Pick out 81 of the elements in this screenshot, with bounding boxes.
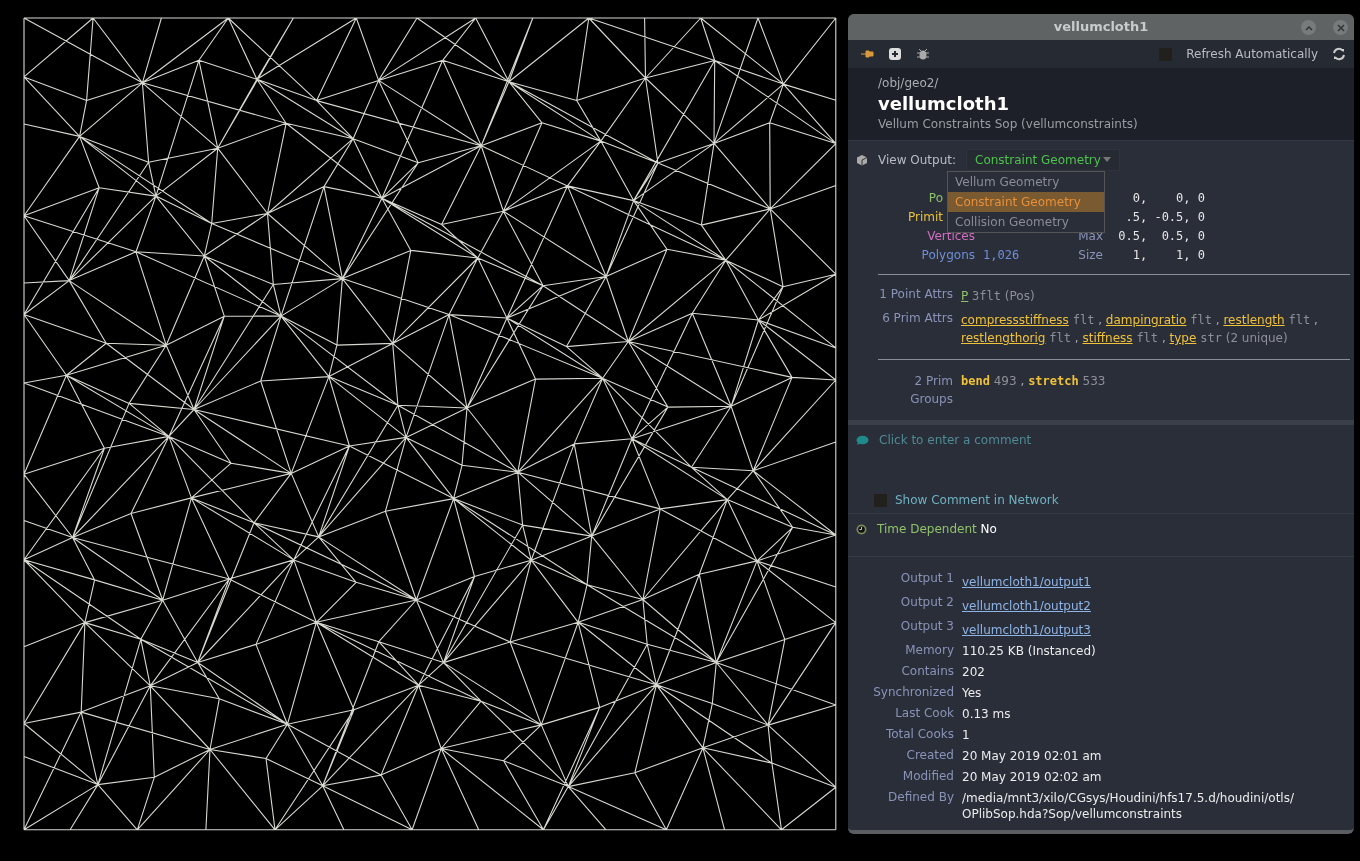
attribute-type: flt	[1288, 313, 1311, 328]
info-label: Output 2	[899, 595, 954, 611]
output-link[interactable]: vellumcloth1/output3	[962, 623, 1091, 637]
node-name: vellumcloth1	[878, 93, 1010, 115]
node-path: /obj/geo2/	[878, 76, 940, 91]
bounds-value: 0.5, 0.5, 0	[1117, 229, 1205, 244]
info-value: 20 May 2019 02:02 am	[962, 769, 1103, 785]
attribute-link[interactable]: dampingratio	[1105, 313, 1187, 328]
info-label: Modified	[901, 769, 954, 785]
speech-bubble-icon	[856, 434, 869, 446]
attribute-type: flt	[1190, 313, 1212, 328]
attribute-note: (Pos)	[1004, 289, 1035, 304]
bounds-value: 0, 0, 0	[1131, 191, 1205, 206]
attribute-type: str	[1200, 331, 1222, 346]
separator: ,	[1098, 313, 1103, 328]
groups-label: 2 Prim Groups	[909, 373, 953, 409]
attribute-link[interactable]: restlength	[1223, 313, 1285, 328]
cube-icon	[856, 154, 868, 167]
attribute-type: flt	[1049, 331, 1071, 346]
info-value: Yes	[962, 685, 983, 701]
attrs-label: 1 Point Attrs	[878, 287, 953, 304]
group-count: 493	[993, 374, 1017, 389]
bounds-value: .5, -0.5, 0	[1124, 210, 1205, 225]
refresh-icon[interactable]	[1332, 47, 1346, 62]
stat-label: Polygons	[920, 248, 975, 263]
info-value: 110.25 KB (Instanced)	[962, 643, 1097, 659]
attribute-type: 3flt	[972, 289, 1001, 304]
separator: ,	[1074, 331, 1079, 346]
close-icon	[1336, 23, 1345, 32]
add-icon[interactable]	[888, 47, 902, 62]
attribute-link[interactable]: P	[961, 289, 969, 304]
group-name: stretch	[1028, 374, 1079, 389]
output-link[interactable]: vellumcloth1/output2	[962, 599, 1091, 613]
chevron-up-icon	[1304, 24, 1313, 31]
attrs-label: 6 Prim Attrs	[881, 311, 953, 328]
group-count: 533	[1082, 374, 1106, 389]
info-label: Output 3	[899, 619, 954, 635]
separator: ,	[1215, 313, 1220, 328]
info-label: Output 1	[899, 571, 954, 587]
attribute-note: (2 unique)	[1225, 331, 1288, 346]
node-type: Vellum Constraints Sop (vellumconstraints)	[878, 117, 1139, 132]
attribute-link[interactable]: stiffness	[1082, 331, 1133, 346]
time-dependent-label: Time Dependent No	[877, 522, 997, 537]
info-label: Last Cook	[894, 706, 954, 722]
show-comment-label: Show Comment in Network	[895, 493, 1059, 508]
caret-icon	[1103, 157, 1112, 164]
clock-icon	[856, 523, 867, 535]
close-button[interactable]	[1333, 20, 1348, 35]
attribute-link[interactable]: type	[1169, 331, 1197, 346]
comment-field[interactable]: Click to enter a comment	[879, 433, 1032, 448]
info-label: Total Cooks	[884, 727, 954, 743]
info-value: /media/mnt3/xilo/CGsys/Houdini/hfs17.5.d/houdini/otls/ OPlibSop.hda?Sop/vellumconstraints	[962, 790, 1295, 822]
bounds-label: Size	[1077, 248, 1103, 263]
separator: ,	[1161, 331, 1166, 346]
info-label: Defined By	[887, 790, 954, 806]
bug-icon[interactable]	[916, 47, 930, 62]
attribute-type: flt	[1072, 313, 1095, 328]
info-value: 1	[962, 727, 971, 743]
separator: ,	[1020, 374, 1025, 389]
info-label: Contains	[900, 664, 954, 680]
attribute-type: flt	[1136, 331, 1159, 346]
view-output-label: View Output:	[878, 153, 957, 168]
attribute-link[interactable]: restlengthorig	[961, 331, 1046, 346]
window-title: vellumcloth1	[1053, 19, 1149, 35]
show-comment-checkbox[interactable]	[874, 493, 887, 507]
info-value: 20 May 2019 02:01 am	[962, 748, 1103, 764]
collapse-button[interactable]	[1301, 20, 1316, 35]
view-output-dropdown[interactable]: Constraint Geometry	[966, 149, 1121, 172]
menu-item[interactable]: Vellum Geometry	[948, 172, 1104, 193]
refresh-label: Refresh Automatically	[1186, 47, 1318, 62]
attribute-link[interactable]: compressstiffness	[961, 313, 1069, 328]
info-value: 202	[962, 664, 986, 680]
output-link[interactable]: vellumcloth1/output1	[962, 575, 1091, 589]
info-label: Memory	[904, 643, 954, 659]
info-label: Synchronized	[872, 685, 954, 701]
group-name: bend	[961, 374, 990, 389]
bounds-value: 1, 1, 0	[1131, 248, 1205, 263]
info-value: 0.13 ms	[962, 706, 1012, 722]
separator: ,	[1314, 313, 1318, 328]
info-label: Created	[905, 748, 954, 764]
stat-value: 1,026	[983, 248, 1021, 263]
